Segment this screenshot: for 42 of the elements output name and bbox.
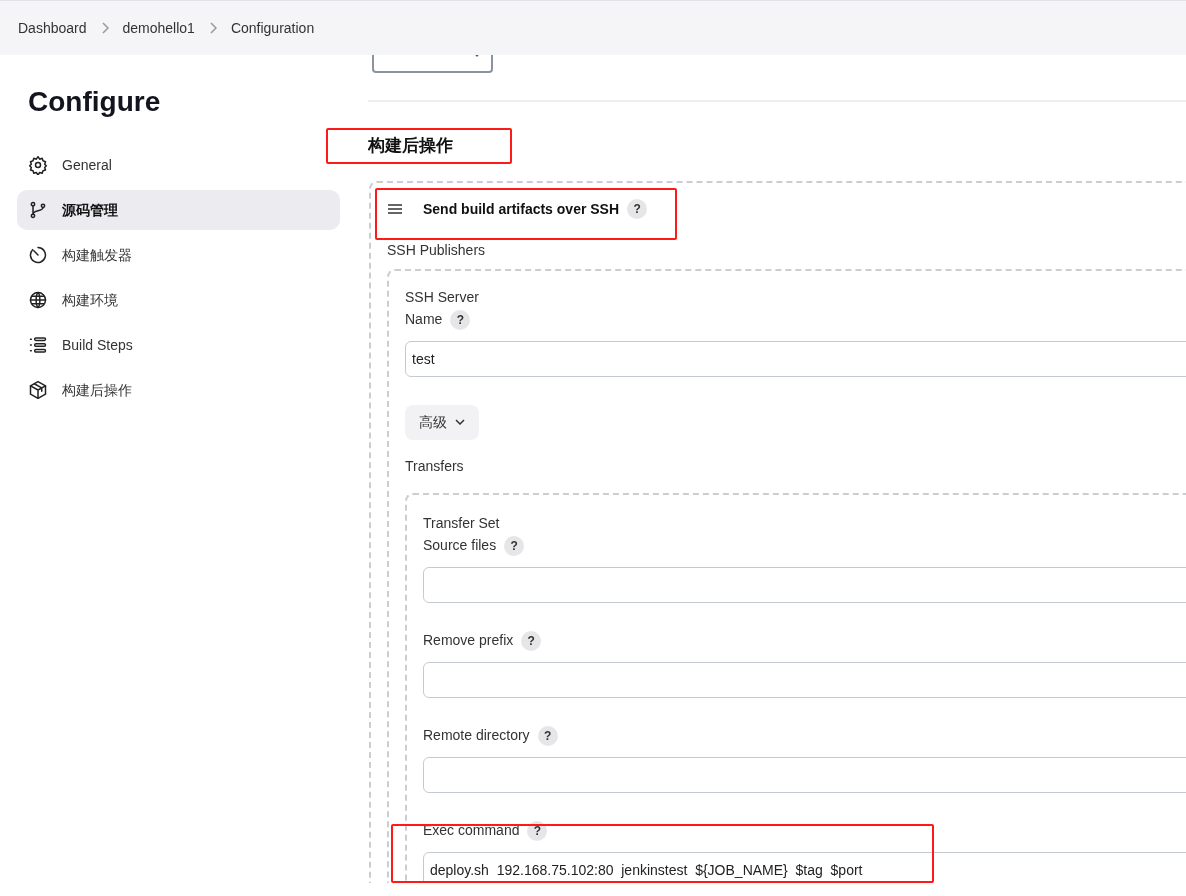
drag-handle-icon[interactable] (387, 203, 403, 215)
field-label: Source files (423, 536, 497, 555)
package-icon (28, 380, 48, 400)
input-field[interactable]: test (405, 340, 1186, 377)
list-icon (28, 335, 48, 355)
sidebar-item[interactable]: 构建触发器 (17, 235, 340, 275)
breadcrumb-link[interactable]: Configuration (230, 17, 315, 39)
help-button[interactable]: ? (521, 630, 542, 651)
transfers-label: Transfers (405, 456, 465, 476)
breadcrumb-link[interactable]: Dashboard (18, 17, 87, 39)
field-label: Name (405, 310, 443, 329)
breadcrumb-link[interactable]: demohello1 (122, 17, 195, 39)
server-heading: SSH Server (405, 287, 480, 307)
chevron-icon (100, 22, 109, 34)
transfer-set-heading: Transfer Set (423, 513, 501, 533)
sidebar-item[interactable]: 构建环境 (17, 280, 340, 320)
sidebar-item[interactable]: 源码管理 (17, 190, 340, 230)
publishers-label: SSH Publishers (387, 240, 487, 260)
help-button[interactable]: ? (527, 820, 548, 841)
help-button[interactable]: ? (450, 309, 471, 330)
branch-icon (28, 200, 48, 220)
input-field[interactable]: deploy.sh 192.168.75.102:80 jenkinstest ${JOB_NAME} $tag $port (423, 851, 1186, 883)
chevron-icon (208, 22, 217, 34)
input-field[interactable] (423, 756, 1186, 793)
chevron-down-icon (455, 419, 465, 425)
sidebar-item[interactable]: General (17, 145, 340, 185)
advanced-button[interactable]: 高级 (405, 404, 479, 440)
sidebar-item[interactable]: Build Steps (17, 325, 340, 365)
help-button[interactable]: ? (627, 199, 648, 219)
timer-icon (28, 245, 48, 265)
gear-icon (28, 155, 48, 175)
publisher-title: Send build artifacts over SSH (423, 199, 620, 219)
input-field[interactable] (423, 566, 1186, 603)
sidebar-item[interactable]: 构建后操作 (17, 370, 340, 410)
page-title: Configure (28, 85, 162, 119)
input-field[interactable] (423, 661, 1186, 698)
field-label: Remote directory (423, 726, 530, 745)
help-button[interactable]: ? (537, 725, 558, 746)
section-heading: 构建后操作 (368, 135, 453, 157)
field-label: Remove prefix (423, 631, 514, 650)
help-button[interactable]: ? (504, 535, 525, 556)
globe-icon (28, 290, 48, 310)
